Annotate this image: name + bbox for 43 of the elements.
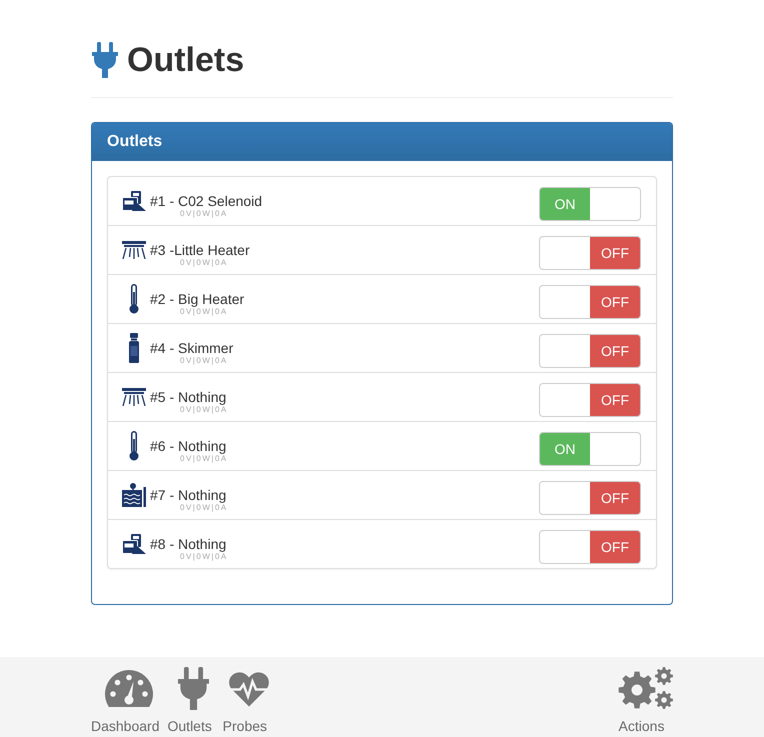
thermometer-icon: [129, 284, 139, 314]
nav-link[interactable]: Outlets: [168, 667, 212, 734]
thermometer-icon: [129, 431, 139, 461]
outlet-name: #5 - Nothing: [150, 389, 226, 405]
aquarium-icon: [122, 483, 146, 507]
outlet-reading: 0V|0W|0A: [180, 209, 229, 219]
toggle-switch[interactable]: OFF: [539, 285, 641, 319]
outlet-name: #7 - Nothing: [150, 487, 226, 503]
heart-pulse-icon: [228, 670, 270, 707]
device-icon: [122, 534, 146, 554]
light-bar-icon: [122, 388, 146, 406]
outlet-reading: 0V|0W|0A: [180, 258, 229, 268]
outlet-name: #2 - Big Heater: [150, 291, 244, 307]
light-bar-icon: [122, 241, 146, 259]
nav-link[interactable]: Probes: [220, 667, 270, 734]
toggle-switch[interactable]: OFF: [539, 530, 641, 564]
page-title: Outlets: [127, 40, 244, 80]
toggle-switch[interactable]: OFF: [539, 236, 641, 270]
nav-link[interactable]: Dashboard: [91, 667, 160, 734]
outlet-name: #8 - Nothing: [150, 536, 226, 552]
outlet-reading: 0V|0W|0A: [180, 552, 228, 562]
outlet-reading: 0V|0W|0A: [180, 356, 229, 366]
outlet-name: #3 -Little Heater: [150, 242, 250, 258]
toggle-switch[interactable]: OFF: [539, 383, 641, 417]
plug-icon: [92, 42, 118, 78]
device-icon: [122, 191, 146, 211]
toggle-switch[interactable]: OFF: [539, 334, 641, 368]
outlet-name: #6 - Nothing: [150, 438, 226, 454]
toggle-switch[interactable]: ON: [539, 432, 641, 466]
plug-icon: [178, 667, 210, 710]
gears-icon: [618, 667, 673, 709]
outlet-name: #1 - C02 Selenoid: [150, 193, 262, 209]
outlet-reading: 0V|0W|0A: [180, 405, 228, 415]
toggle-switch[interactable]: OFF: [539, 481, 641, 515]
outlet-reading: 0V|0W|0A: [180, 454, 228, 464]
nav-link[interactable]: Actions: [610, 667, 673, 734]
bottle-icon: [128, 333, 140, 363]
toggle-switch[interactable]: ON: [539, 187, 641, 221]
outlet-name: #4 - Skimmer: [150, 340, 234, 356]
panel-title: Outlets: [107, 133, 162, 150]
outlet-reading: 0V|0W|0A: [180, 307, 229, 317]
outlet-reading: 0V|0W|0A: [180, 503, 228, 513]
gauge-icon: [105, 670, 154, 707]
